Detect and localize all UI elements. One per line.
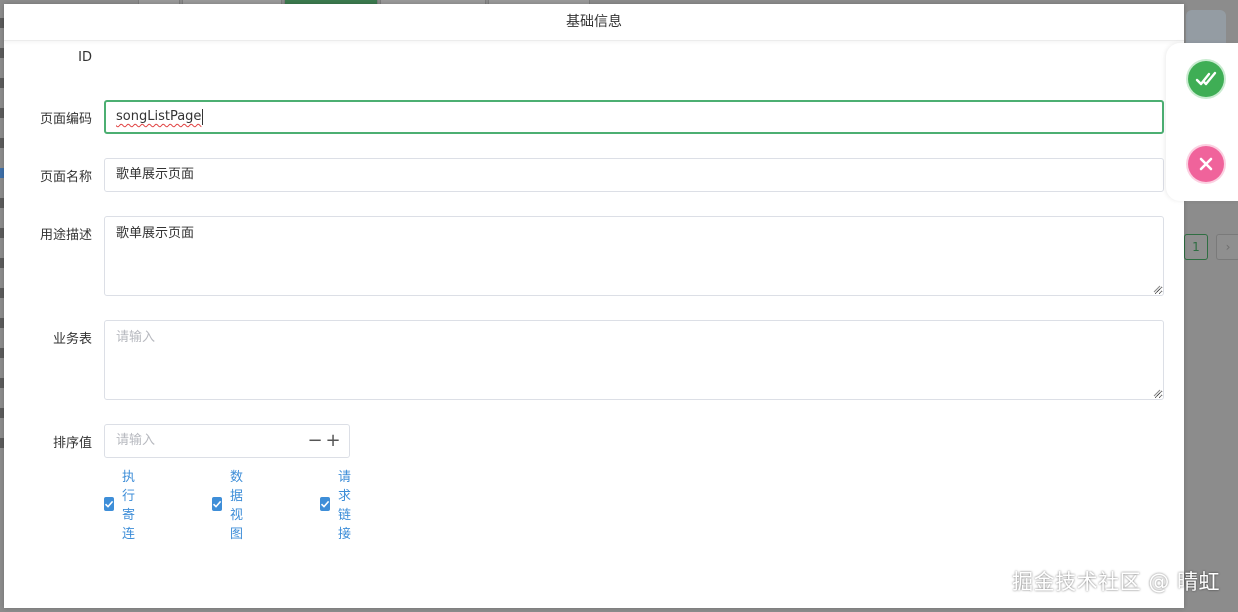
- checkbox-label: 请求链接: [338, 470, 352, 542]
- name-label: 页面名称: [39, 170, 92, 185]
- sort-value-placeholder: 请输入: [116, 433, 156, 448]
- order-label: 排序值: [52, 436, 92, 451]
- desc-label: 用途描述: [39, 228, 92, 243]
- page-code-value: songListPage: [116, 109, 202, 124]
- page-name-input[interactable]: 歌单展示页面: [104, 158, 1164, 192]
- resize-grip-icon[interactable]: [1153, 285, 1161, 293]
- business-table-placeholder: 请输入: [116, 330, 156, 345]
- checkbox-data-view[interactable]: 数据视图: [212, 470, 247, 542]
- id-label: ID: [78, 50, 92, 65]
- background-pager-current: 1: [1184, 234, 1208, 260]
- business-table-textarea[interactable]: 请输入: [104, 320, 1164, 400]
- code-label: 页面编码: [39, 112, 92, 127]
- checkbox-label: 执行寄连: [122, 470, 136, 542]
- watermark-text: 掘金技术社区 @ 晴虹: [1012, 570, 1220, 594]
- cancel-button[interactable]: [1188, 146, 1224, 182]
- checkbox-checked-icon: [104, 497, 114, 511]
- confirm-button[interactable]: [1188, 61, 1224, 97]
- dialog-action-panel: [1166, 43, 1238, 201]
- checkbox-label: 数据视图: [230, 470, 244, 542]
- table-label: 业务表: [52, 332, 92, 347]
- description-textarea[interactable]: 歌单展示页面: [104, 216, 1164, 296]
- checkbox-execute[interactable]: 执行寄连: [104, 470, 139, 542]
- background-pager-next: ›: [1216, 234, 1238, 260]
- resize-grip-icon[interactable]: [1153, 389, 1161, 397]
- double-check-icon: [1195, 71, 1217, 86]
- text-caret: [202, 108, 204, 125]
- increment-button[interactable]: +: [325, 431, 341, 451]
- decrement-button[interactable]: −: [307, 431, 323, 451]
- checkbox-checked-icon: [212, 497, 222, 511]
- dialog-title: 基础信息: [4, 4, 1184, 41]
- page-code-input[interactable]: songListPage: [104, 100, 1164, 134]
- checkbox-checked-icon: [320, 497, 330, 511]
- basic-info-dialog: 基础信息 ID 页面编码 songListPage 页面名称 歌单展示页面 用途…: [4, 4, 1184, 608]
- close-icon: [1199, 157, 1213, 171]
- sort-value-stepper[interactable]: 请输入 − +: [104, 424, 350, 458]
- checkbox-request-link[interactable]: 请求链接: [320, 470, 355, 542]
- description-value: 歌单展示页面: [116, 226, 195, 241]
